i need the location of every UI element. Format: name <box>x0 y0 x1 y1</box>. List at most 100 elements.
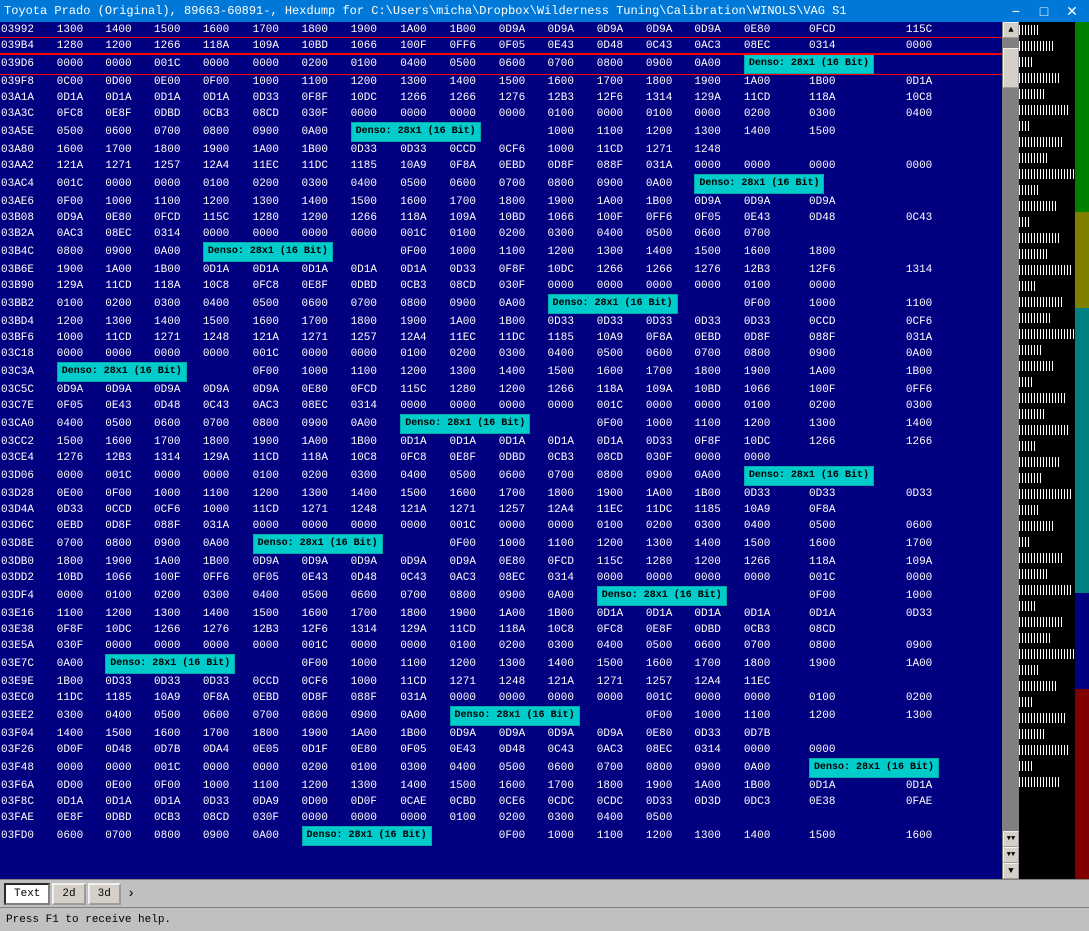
table-row: 03CC2150016001700180019001A001B000D1A0D1… <box>0 434 1002 450</box>
hex-cell: 1000 <box>202 778 252 794</box>
table-row: 03A3C0FC80E8F0DBD0CB308CD030F00000000000… <box>0 106 1002 122</box>
hex-cell: 0100 <box>596 518 645 534</box>
table-row: 03F4800000000001C00000000020001000300040… <box>0 758 1002 778</box>
hex-cell: 10DC <box>743 434 808 450</box>
hex-cell: 0000 <box>202 54 252 74</box>
tab-text[interactable]: Text <box>4 883 50 905</box>
hex-cell: 1000 <box>498 534 547 554</box>
hex-cell: Denso: 28x1 (16 Bit) <box>252 534 449 554</box>
hex-cell: 0400 <box>905 106 1002 122</box>
hex-cell: 0800 <box>252 414 301 434</box>
hex-cell: 1300 <box>645 534 694 554</box>
hex-cell: 0500 <box>56 122 104 142</box>
hex-cell: 0EBD <box>693 330 743 346</box>
hex-cell: 0600 <box>350 586 400 606</box>
maximize-button[interactable]: □ <box>1031 2 1057 20</box>
hex-cell: 11EC <box>596 502 645 518</box>
hex-table-container[interactable]: 0399213001400150016001700180019001A001B0… <box>0 22 1002 879</box>
hex-cell: 0000 <box>808 158 905 174</box>
hex-cell: 1185 <box>350 158 400 174</box>
scroll-down-double2[interactable]: ▼▼ <box>1003 847 1019 863</box>
hex-cell: 1A00 <box>399 22 448 38</box>
hex-cell: 0D48 <box>808 210 905 226</box>
close-button[interactable]: ✕ <box>1059 2 1085 20</box>
hex-cell: 1500 <box>808 826 905 846</box>
table-row: 03DB0180019001A001B000D9A0D9A0D9A0D9A0D9… <box>0 554 1002 570</box>
address-cell: 03F8C <box>0 794 56 810</box>
hex-cell: 1800 <box>350 314 400 330</box>
hex-cell: 115C <box>596 554 645 570</box>
hex-cell: 118A <box>399 210 448 226</box>
hex-area: 0399213001400150016001700180019001A001B0… <box>0 22 1089 879</box>
hex-cell: 0000 <box>104 638 153 654</box>
scroll-up-arrow[interactable]: ▲ <box>1003 22 1019 38</box>
hex-cell: 1300 <box>498 654 547 674</box>
scroll-right-arrow[interactable]: › <box>127 886 135 902</box>
hex-cell: 0000 <box>743 450 808 466</box>
hex-cell: 1800 <box>808 242 905 262</box>
hex-cell: 121A <box>547 674 596 690</box>
hex-cell: 0A00 <box>252 826 301 846</box>
hex-cell: 0314 <box>547 570 596 586</box>
scroll-thumb[interactable] <box>1003 48 1019 88</box>
hex-cell: 1900 <box>808 654 905 674</box>
hex-cell: 0800 <box>301 706 350 726</box>
hex-cell: 030F <box>56 638 104 654</box>
hex-cell: 1200 <box>596 534 645 554</box>
hex-cell: 1280 <box>449 382 498 398</box>
hex-cell: 0DC3 <box>743 794 808 810</box>
hex-cell: 0600 <box>693 226 743 242</box>
hex-cell: 0000 <box>905 158 1002 174</box>
hex-cell: 1300 <box>693 826 743 846</box>
scroll-track[interactable] <box>1003 38 1019 831</box>
hex-cell: 0D33 <box>153 674 202 690</box>
status-text: Press F1 to receive help. <box>6 914 171 926</box>
hex-cell: 0000 <box>301 346 350 362</box>
hex-cell: 1B00 <box>645 194 694 210</box>
hex-cell: 0600 <box>645 346 694 362</box>
hex-cell: 1B00 <box>56 674 104 690</box>
hex-cell: Denso: 28x1 (16 Bit) <box>808 758 1002 778</box>
hex-cell: 0314 <box>153 226 202 242</box>
hex-cell: 0FC8 <box>399 450 448 466</box>
hex-cell: 1200 <box>301 210 350 226</box>
address-cell: 03E9E <box>0 674 56 690</box>
hex-cell: 0500 <box>645 810 694 826</box>
hex-cell: 1100 <box>905 294 1002 314</box>
scroll-down-double1[interactable]: ▼▼ <box>1003 831 1019 847</box>
hex-cell: 1100 <box>252 778 301 794</box>
hex-cell: 0E80 <box>498 554 547 570</box>
hex-cell: 115C <box>399 382 448 398</box>
denso-label: Denso: 28x1 (16 Bit) <box>809 758 939 778</box>
tab-3d[interactable]: 3d <box>88 883 121 905</box>
hex-cell: 08CD <box>596 450 645 466</box>
hex-cell: 0E43 <box>743 210 808 226</box>
hex-cell: 0D8F <box>743 330 808 346</box>
hex-cell: 0000 <box>645 398 694 414</box>
hex-cell: 0D3D <box>693 794 743 810</box>
hex-cell: 0A00 <box>153 242 202 262</box>
hex-cell: 1185 <box>104 690 153 706</box>
hex-cell: 1900 <box>56 262 104 278</box>
hex-cell: 1400 <box>547 654 596 674</box>
hex-cell: 0C00 <box>56 74 104 90</box>
hex-cell: 0000 <box>56 586 104 606</box>
minimize-button[interactable]: − <box>1003 2 1029 20</box>
hex-cell: 0E43 <box>104 398 153 414</box>
hex-cell: 08EC <box>301 398 350 414</box>
scroll-down-arrow[interactable]: ▼ <box>1003 863 1019 879</box>
hex-cell: 0D33 <box>693 726 743 742</box>
hex-cell: 0600 <box>56 826 104 846</box>
hex-cell: 0DBD <box>104 810 153 826</box>
hex-cell: 0F05 <box>693 210 743 226</box>
address-cell: 03D6C <box>0 518 56 534</box>
hex-cell: 1A00 <box>905 654 1002 674</box>
hex-cell: 0D9A <box>56 382 104 398</box>
hex-cell: 1B00 <box>153 262 202 278</box>
scrollbar[interactable]: ▲ ▼▼ ▼▼ ▼ <box>1002 22 1019 879</box>
table-row: 03A8016001700180019001A001B000D330D330CC… <box>0 142 1002 158</box>
pattern-panel <box>1019 22 1089 879</box>
denso-label: Denso: 28x1 (16 Bit) <box>351 122 481 142</box>
hex-cell: 1700 <box>104 142 153 158</box>
tab-2d[interactable]: 2d <box>52 883 85 905</box>
